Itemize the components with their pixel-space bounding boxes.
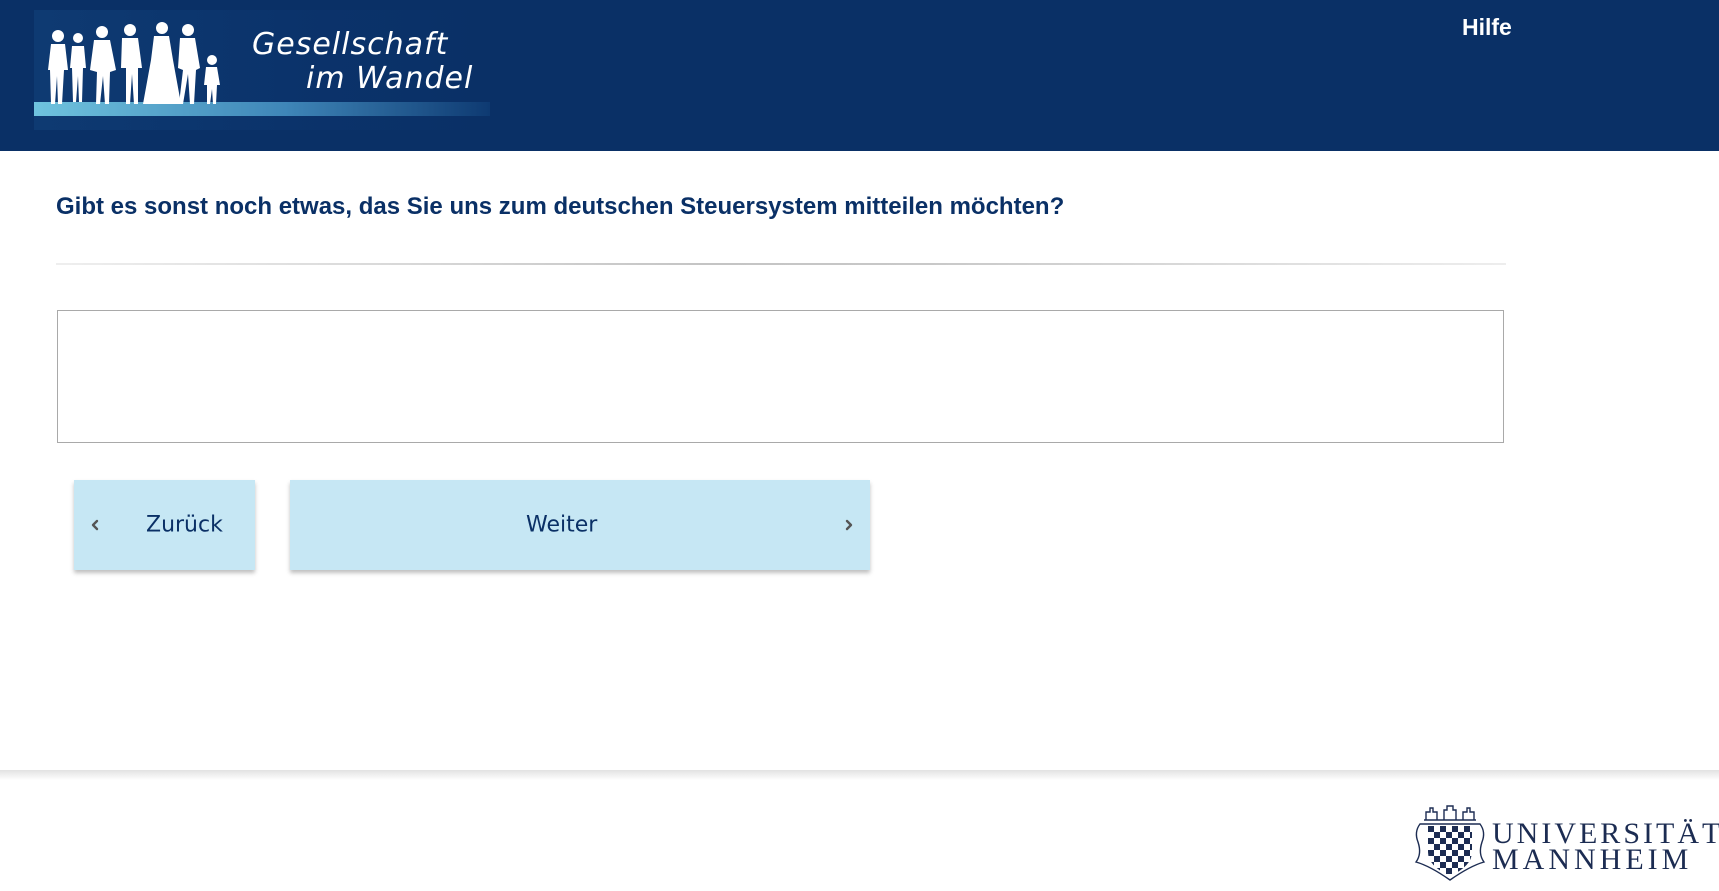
- chevron-left-icon: [91, 519, 99, 531]
- logo-text-line2: im Wandel: [306, 61, 474, 96]
- university-crest-icon: [1414, 805, 1486, 881]
- next-button-label: Weiter: [526, 512, 598, 538]
- back-button-label: Zurück: [146, 512, 223, 538]
- next-button[interactable]: Weiter: [290, 480, 870, 570]
- header-bar: Gesellschaft im Wandel Hilfe: [0, 0, 1719, 151]
- help-link[interactable]: Hilfe: [1462, 14, 1512, 41]
- chevron-right-icon: [845, 519, 853, 531]
- logo-text-line1: Gesellschaft: [252, 27, 449, 62]
- back-button[interactable]: Zurück: [74, 480, 255, 570]
- gesellschaft-im-wandel-logo: Gesellschaft im Wandel: [34, 10, 490, 130]
- survey-page: Gesellschaft im Wandel Hilfe Gibt es son…: [0, 0, 1719, 891]
- answer-textarea[interactable]: [57, 310, 1504, 443]
- question-text: Gibt es sonst noch etwas, das Sie uns zu…: [56, 193, 1065, 220]
- university-name-line2: MANNHEIM: [1492, 843, 1693, 876]
- question-divider: [56, 263, 1506, 265]
- universitaet-mannheim-logo: UNIVERSITÄT MANNHEIM: [1410, 798, 1719, 882]
- footer-separator: [0, 770, 1719, 780]
